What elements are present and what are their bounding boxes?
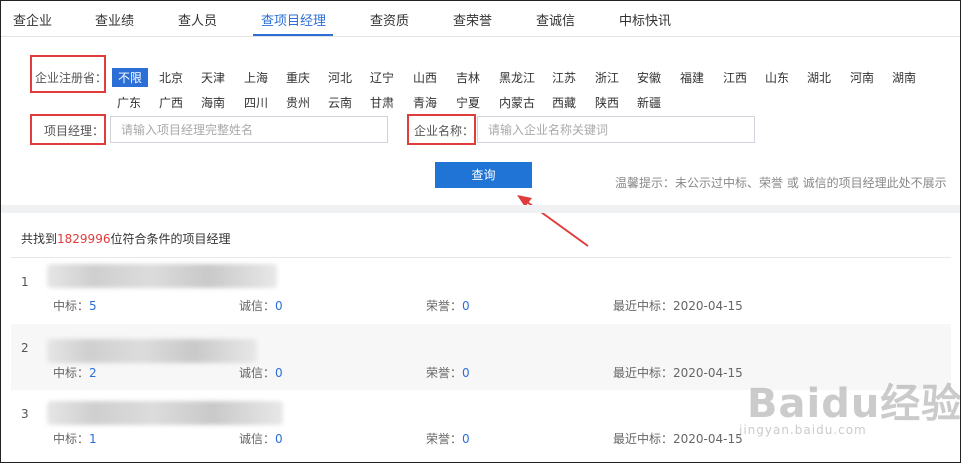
province-option[interactable]: 青海 (413, 94, 437, 111)
active-tab-indicator (253, 34, 333, 36)
tab-company[interactable]: 查企业 (13, 10, 52, 29)
bid-count: 中标：1 (53, 432, 97, 446)
bid-count: 中标：2 (53, 366, 97, 380)
credit-count: 诚信：0 (239, 366, 283, 380)
row-index: 3 (21, 407, 29, 421)
result-count-suffix: 位符合条件的项目经理 (110, 232, 231, 246)
recent-bid-date: 最近中标：2020-04-15 (613, 366, 743, 380)
province-option[interactable]: 北京 (159, 69, 183, 86)
tab-personnel[interactable]: 查人员 (178, 10, 217, 29)
baidu-watermark: Baidu经验 jingyan.baidu.com (729, 363, 961, 443)
pm-name-input[interactable] (110, 116, 388, 143)
province-option[interactable]: 山东 (765, 69, 789, 86)
section-divider (1, 205, 960, 213)
redacted-name (47, 339, 257, 363)
province-option[interactable]: 西藏 (552, 94, 576, 111)
company-name-input[interactable] (477, 116, 755, 143)
province-option[interactable]: 广东 (117, 94, 141, 111)
result-count: 共找到1829996位符合条件的项目经理 (21, 230, 230, 247)
province-option[interactable]: 上海 (244, 69, 268, 86)
row-index: 2 (21, 341, 29, 355)
province-option[interactable]: 江苏 (552, 69, 576, 86)
province-option[interactable]: 重庆 (286, 69, 310, 86)
province-option[interactable]: 河北 (328, 69, 352, 86)
province-option[interactable]: 江西 (723, 69, 747, 86)
tab-performance[interactable]: 查业绩 (95, 10, 134, 29)
province-option[interactable]: 甘肃 (370, 94, 394, 111)
redacted-name (47, 264, 277, 288)
redacted-name (47, 401, 283, 425)
province-option[interactable]: 湖北 (807, 69, 831, 86)
honor-count: 荣誉：0 (426, 299, 470, 313)
province-option[interactable]: 海南 (201, 94, 225, 111)
result-count-prefix: 共找到 (21, 232, 58, 246)
pm-label: 项目经理： (44, 124, 105, 138)
credit-count: 诚信：0 (239, 299, 283, 313)
province-option[interactable]: 四川 (244, 94, 268, 111)
recent-bid-date: 最近中标：2020-04-15 (613, 432, 743, 446)
honor-count: 荣誉：0 (426, 366, 470, 380)
province-option[interactable]: 宁夏 (456, 94, 480, 111)
row-index: 1 (21, 275, 29, 289)
province-option[interactable]: 河南 (850, 69, 874, 86)
bid-count: 中标：5 (53, 299, 97, 313)
province-option[interactable]: 不限 (112, 68, 149, 87)
watermark-brand: Baidu经验 (747, 381, 961, 427)
watermark-url: jingyan.baidu.com (739, 423, 867, 437)
province-option[interactable]: 山西 (413, 69, 437, 86)
province-option[interactable]: 内蒙古 (499, 94, 535, 111)
province-option[interactable]: 广西 (159, 94, 183, 111)
province-option[interactable]: 贵州 (286, 94, 310, 111)
province-option[interactable]: 湖南 (892, 69, 916, 86)
province-option[interactable]: 安徽 (637, 69, 661, 86)
table-row[interactable]: 1 中标：5 诚信：0 荣誉：0 最近中标：2020-04-15 (11, 258, 951, 324)
tab-bid-news[interactable]: 中标快讯 (619, 10, 671, 29)
province-option[interactable]: 辽宁 (370, 69, 394, 86)
tab-honor[interactable]: 查荣誉 (453, 10, 492, 29)
hint-text: 温馨提示：未公示过中标、荣誉 或 诚信的项目经理此处不展示 (615, 176, 947, 190)
province-option[interactable]: 吉林 (456, 69, 480, 86)
region-label: 企业注册省： (35, 71, 108, 85)
province-option[interactable]: 陕西 (595, 94, 619, 111)
tab-project-manager[interactable]: 查项目经理 (261, 10, 326, 29)
result-count-number: 1829996 (57, 232, 111, 246)
company-label: 企业名称： (414, 124, 475, 138)
honor-count: 荣誉：0 (426, 432, 470, 446)
tab-qualification[interactable]: 查资质 (370, 10, 409, 29)
province-option[interactable]: 浙江 (595, 69, 619, 86)
province-option[interactable]: 云南 (328, 94, 352, 111)
search-button[interactable]: 查询 (435, 162, 532, 188)
credit-count: 诚信：0 (239, 432, 283, 446)
tab-credit[interactable]: 查诚信 (536, 10, 575, 29)
province-option[interactable]: 天津 (201, 69, 225, 86)
province-option[interactable]: 新疆 (637, 94, 661, 111)
recent-bid-date: 最近中标：2020-04-15 (613, 299, 743, 313)
province-option[interactable]: 福建 (680, 69, 704, 86)
app-frame: 查企业 查业绩 查人员 查项目经理 查资质 查荣誉 查诚信 中标快讯 企业注册省… (0, 0, 961, 463)
province-option[interactable]: 黑龙江 (499, 69, 535, 86)
top-nav: 查企业 查业绩 查人员 查项目经理 查资质 查荣誉 查诚信 中标快讯 (1, 1, 960, 37)
